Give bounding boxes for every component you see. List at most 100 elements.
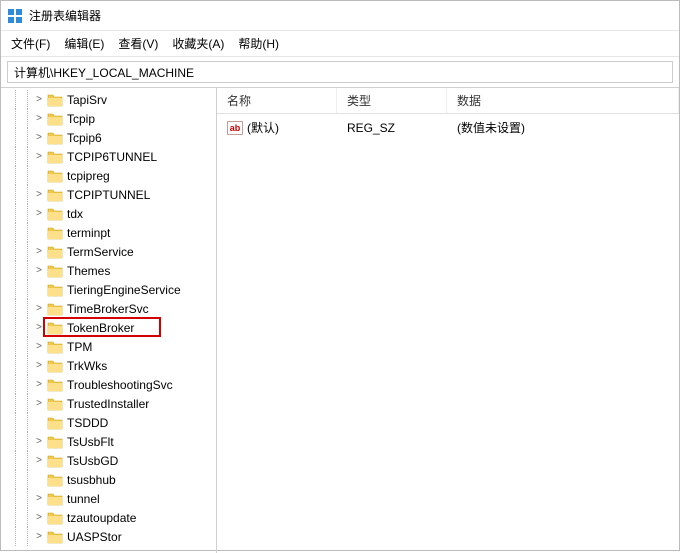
menu-edit[interactable]: 编辑(E) [64, 35, 104, 52]
folder-icon [47, 169, 63, 183]
regedit-app-icon [7, 8, 23, 24]
tree-item[interactable]: tcpipreg [9, 166, 216, 185]
tree-item[interactable]: >TsUsbGD [9, 451, 216, 470]
chevron-right-icon[interactable]: > [33, 455, 45, 466]
tree-item[interactable]: > TCPIP6TUNNEL [9, 147, 216, 166]
chevron-right-icon[interactable]: > [33, 531, 45, 542]
address-input[interactable] [7, 61, 673, 83]
folder-icon [47, 188, 63, 202]
chevron-right-icon[interactable]: > [33, 303, 45, 314]
folder-icon [47, 416, 63, 430]
folder-icon [47, 264, 63, 278]
tree-pane[interactable]: >TapiSrv>Tcpip>Tcpip6>TCPIP6TUNNELtcpipr… [1, 88, 217, 553]
folder-icon [47, 397, 63, 411]
menu-view[interactable]: 查看(V) [118, 35, 158, 52]
chevron-right-icon[interactable]: > [33, 113, 45, 124]
menu-file[interactable]: 文件(F) [11, 35, 50, 52]
tree-item[interactable]: > TermService [9, 242, 216, 261]
tree-item[interactable]: > TrustedInstaller [9, 394, 216, 413]
chevron-right-icon[interactable]: > [33, 398, 45, 409]
tree-item[interactable]: TieringEngineService [9, 280, 216, 299]
tree-item[interactable]: >TrkWks [9, 356, 216, 375]
folder-icon [47, 378, 63, 392]
folder-icon [47, 150, 63, 164]
column-data[interactable]: 数据 [447, 88, 679, 113]
chevron-right-icon[interactable]: > [33, 246, 45, 257]
tree-item[interactable]: > tunnel [9, 489, 216, 508]
folder-icon [47, 207, 63, 221]
chevron-right-icon[interactable]: > [33, 379, 45, 390]
tree-item[interactable]: TSDDD [9, 413, 216, 432]
value-type: REG_SZ [337, 119, 447, 137]
folder-icon [47, 93, 63, 107]
tree-item[interactable]: > TokenBroker [9, 318, 216, 337]
tree-item[interactable]: > Themes [9, 261, 216, 280]
folder-icon [47, 283, 63, 297]
folder-icon [47, 492, 63, 506]
chevron-right-icon[interactable]: > [33, 341, 45, 352]
menu-help[interactable]: 帮助(H) [238, 35, 279, 52]
address-bar [1, 57, 679, 88]
tree-item-label: tsusbhub [67, 473, 116, 487]
tree-item-label: Tcpip [67, 112, 95, 126]
tree-item-label: terminpt [67, 226, 110, 240]
chevron-right-icon[interactable]: > [33, 94, 45, 105]
column-name[interactable]: 名称 [217, 88, 337, 113]
tree-item[interactable]: > TPM [9, 337, 216, 356]
values-list: ab(默认)REG_SZ(数值未设置) [217, 114, 679, 553]
chevron-right-icon[interactable]: > [33, 208, 45, 219]
tree-item[interactable]: > Tcpip [9, 109, 216, 128]
tree-item-label: TCPIPTUNNEL [67, 188, 150, 202]
chevron-right-icon[interactable]: > [33, 189, 45, 200]
tree-item-label: TSDDD [67, 416, 108, 430]
tree-item-label: TPM [67, 340, 92, 354]
title-bar: 注册表编辑器 [1, 1, 679, 31]
tree-item-label: TroubleshootingSvc [67, 378, 173, 392]
chevron-right-icon[interactable]: > [33, 151, 45, 162]
folder-icon [47, 112, 63, 126]
registry-tree: >TapiSrv>Tcpip>Tcpip6>TCPIP6TUNNELtcpipr… [1, 90, 216, 546]
tree-item[interactable]: tsusbhub [9, 470, 216, 489]
menu-favorites[interactable]: 收藏夹(A) [172, 35, 224, 52]
tree-item[interactable]: >Tcpip6 [9, 128, 216, 147]
chevron-right-icon[interactable]: > [33, 436, 45, 447]
folder-icon [47, 473, 63, 487]
workspace: >TapiSrv>Tcpip>Tcpip6>TCPIP6TUNNELtcpipr… [1, 88, 679, 553]
string-value-icon: ab [227, 121, 243, 135]
value-row[interactable]: ab(默认)REG_SZ(数值未设置) [217, 114, 679, 141]
tree-item[interactable]: > TapiSrv [9, 90, 216, 109]
folder-icon [47, 435, 63, 449]
menu-bar: 文件(F) 编辑(E) 查看(V) 收藏夹(A) 帮助(H) [1, 31, 679, 57]
chevron-right-icon[interactable]: > [33, 493, 45, 504]
tree-item[interactable]: > TimeBrokerSvc [9, 299, 216, 318]
tree-item-label: TermService [67, 245, 134, 259]
tree-item-label: Themes [67, 264, 110, 278]
chevron-right-icon[interactable]: > [33, 322, 45, 333]
tree-item[interactable]: > tdx [9, 204, 216, 223]
folder-icon [47, 511, 63, 525]
value-data: (数值未设置) [447, 117, 679, 138]
folder-icon [47, 302, 63, 316]
tree-item-label: TCPIP6TUNNEL [67, 150, 157, 164]
tree-item-label: tdx [67, 207, 83, 221]
tree-item-label: TokenBroker [67, 321, 134, 335]
tree-item[interactable]: >tzautoupdate [9, 508, 216, 527]
chevron-right-icon[interactable]: > [33, 512, 45, 523]
tree-item[interactable]: > TroubleshootingSvc [9, 375, 216, 394]
tree-item[interactable]: > TCPIPTUNNEL [9, 185, 216, 204]
folder-icon [47, 530, 63, 544]
tree-item-label: tunnel [67, 492, 100, 506]
tree-item-label: TieringEngineService [67, 283, 181, 297]
tree-item-label: TsUsbFlt [67, 435, 114, 449]
chevron-right-icon[interactable]: > [33, 265, 45, 276]
tree-item[interactable]: terminpt [9, 223, 216, 242]
tree-item-label: TrustedInstaller [67, 397, 149, 411]
tree-item[interactable]: > TsUsbFlt [9, 432, 216, 451]
column-type[interactable]: 类型 [337, 88, 447, 113]
tree-item-label: TapiSrv [67, 93, 107, 107]
chevron-right-icon[interactable]: > [33, 132, 45, 143]
tree-item-label: TimeBrokerSvc [67, 302, 149, 316]
tree-item[interactable]: >UASPStor [9, 527, 216, 546]
chevron-right-icon[interactable]: > [33, 360, 45, 371]
folder-icon [47, 359, 63, 373]
